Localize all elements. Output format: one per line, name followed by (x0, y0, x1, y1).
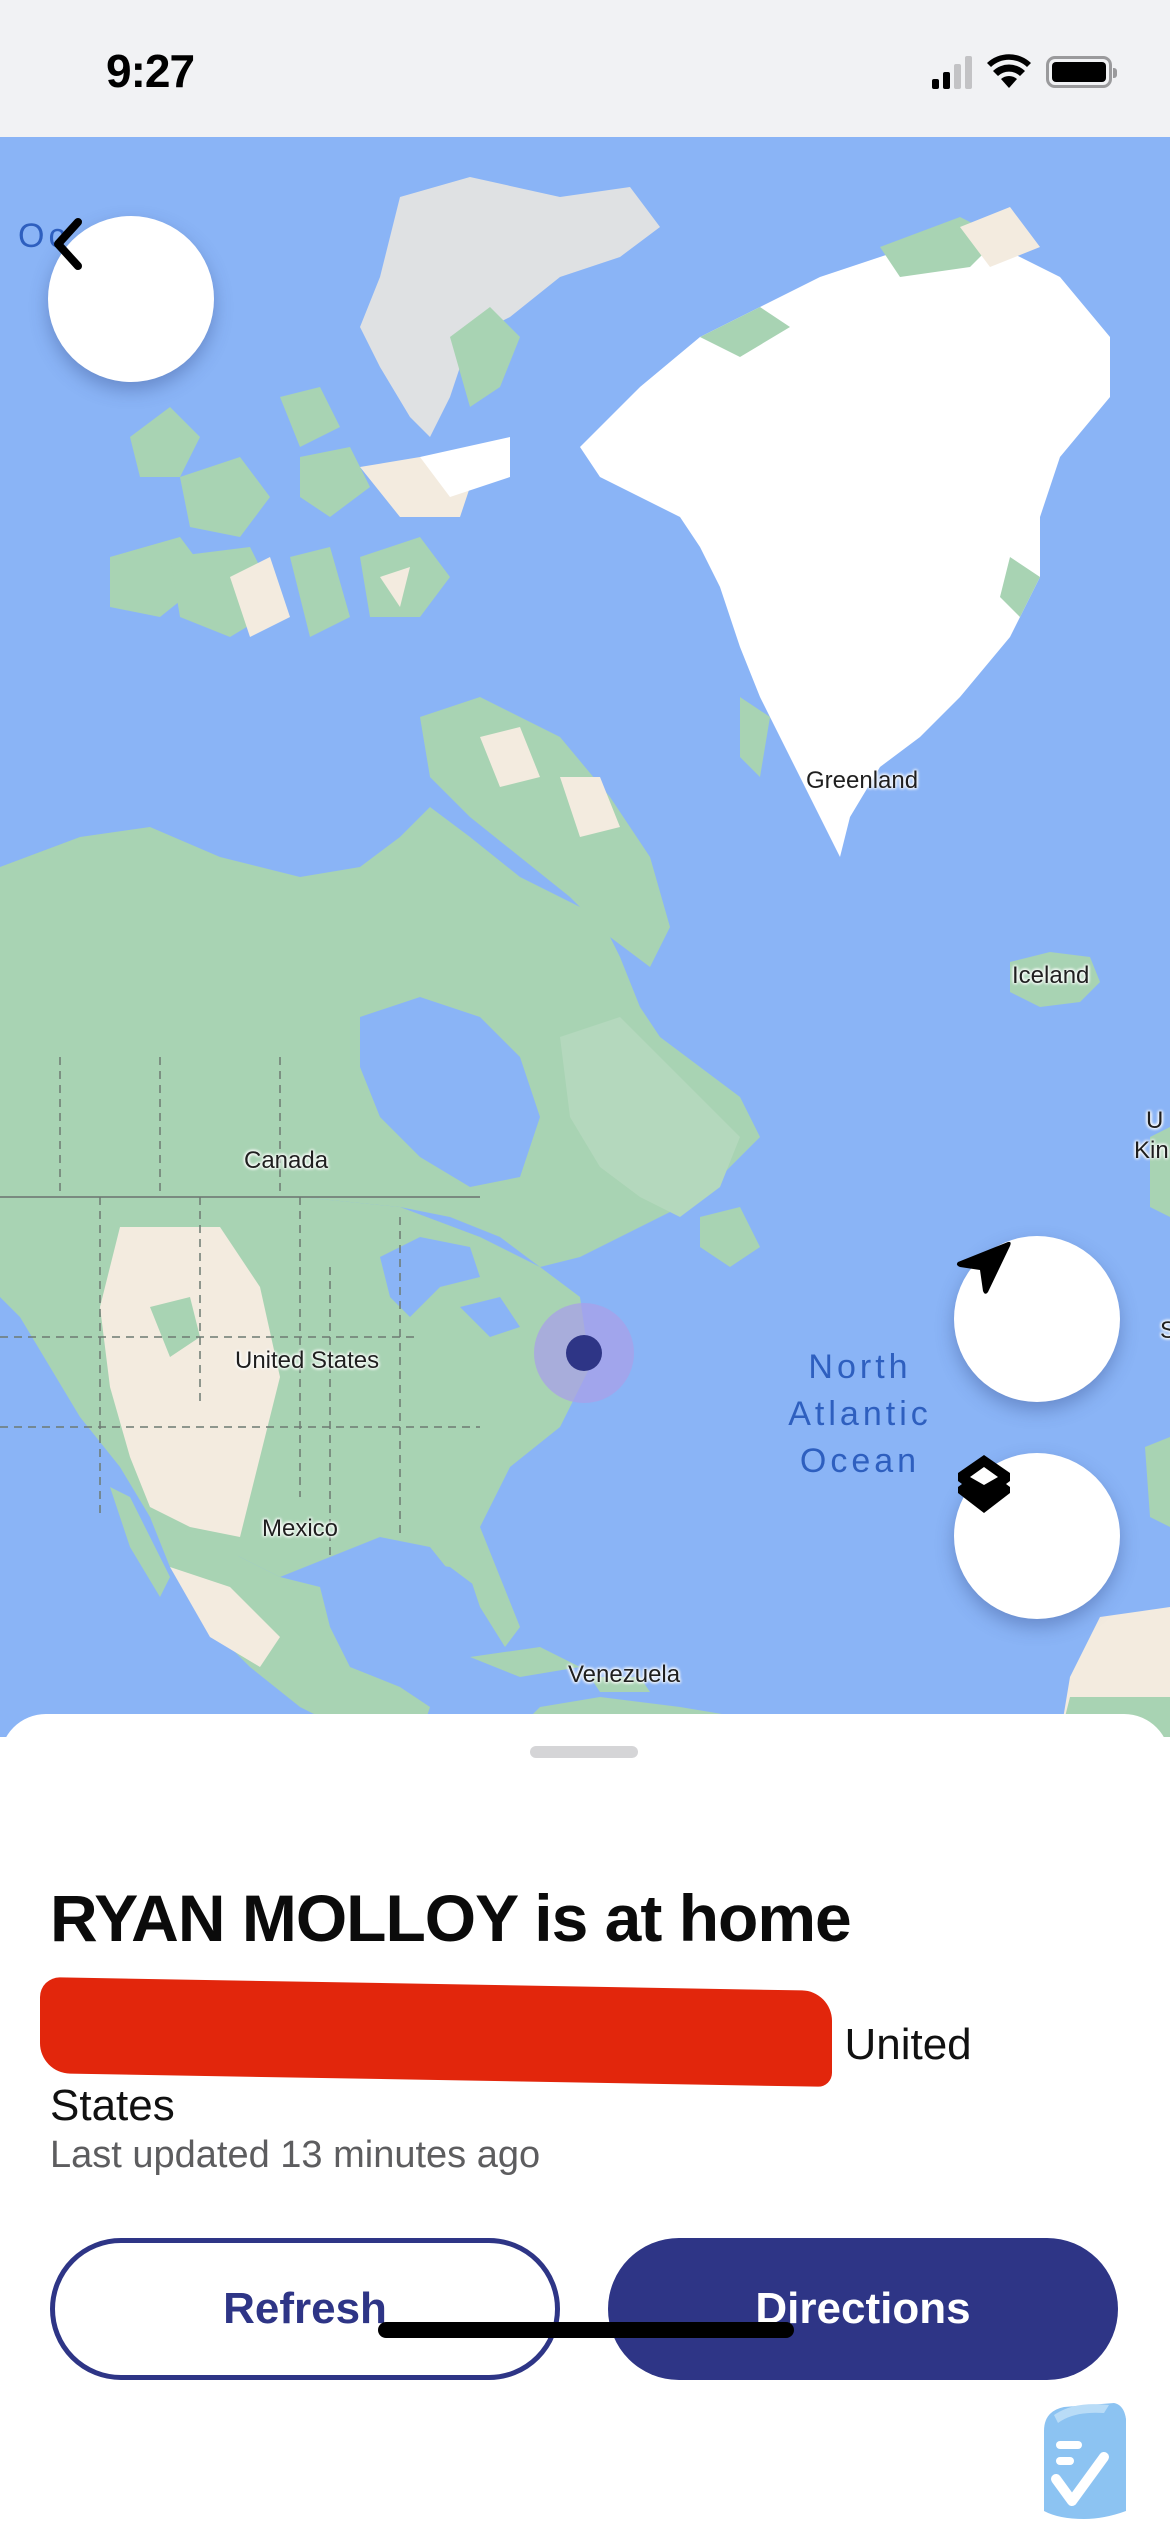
map-label-greenland: Greenland (806, 767, 919, 794)
map-label-united-states: United States (235, 1347, 380, 1374)
spain-partial (1145, 1437, 1170, 1527)
layers-icon (958, 1455, 1010, 1513)
back-button[interactable] (48, 216, 214, 382)
cellular-signal-icon (932, 55, 972, 89)
ocean-label-line2: Atlantic (788, 1395, 932, 1433)
address-redaction (40, 1977, 832, 2087)
recenter-button[interactable] (954, 1236, 1120, 1402)
newfoundland (700, 1207, 760, 1267)
navigation-arrow-icon (956, 1241, 1011, 1294)
chevron-left-icon (54, 218, 82, 270)
directions-button[interactable]: Directions (608, 2238, 1118, 2380)
status-time: 9:27 (106, 45, 195, 97)
map-label-uk-line2: Kin (1134, 1137, 1169, 1164)
map-layers-button[interactable] (954, 1453, 1120, 1619)
ocean-label-north-atlantic: North Atlantic Ocean (770, 1344, 950, 1485)
map-label-canada: Canada (244, 1147, 329, 1174)
wifi-icon (987, 54, 1031, 88)
map-label-iceland: Iceland (1012, 962, 1090, 989)
status-bar: 9:27 (0, 0, 1170, 137)
home-indicator[interactable] (378, 2322, 794, 2338)
location-pin[interactable] (566, 1335, 602, 1371)
ocean-label-line1: North (808, 1348, 912, 1386)
map-view[interactable]: Oc Greenland Iceland Canada United State… (0, 137, 1170, 1737)
map-label-venezuela: Venezuela (568, 1661, 681, 1688)
ocean-label-line3: Ocean (799, 1442, 921, 1480)
status-icons (932, 52, 1117, 92)
checklist-badge-icon[interactable] (1034, 2401, 1134, 2521)
location-sheet: RYAN MOLLOY is at home , United States L… (0, 1714, 1170, 2532)
battery-full-icon (1046, 56, 1117, 88)
map-label-mexico: Mexico (262, 1515, 339, 1542)
greenland (580, 237, 1110, 857)
sheet-grabber[interactable] (530, 1746, 638, 1758)
map-label-uk-line1: U (1146, 1107, 1164, 1134)
refresh-button[interactable]: Refresh (50, 2238, 560, 2380)
last-updated: Last updated 13 minutes ago (50, 2134, 541, 2176)
map-label-spain-partial: S (1160, 1317, 1170, 1344)
ellesmere-island (360, 177, 660, 437)
location-status-title: RYAN MOLLOY is at home (50, 1881, 852, 1955)
